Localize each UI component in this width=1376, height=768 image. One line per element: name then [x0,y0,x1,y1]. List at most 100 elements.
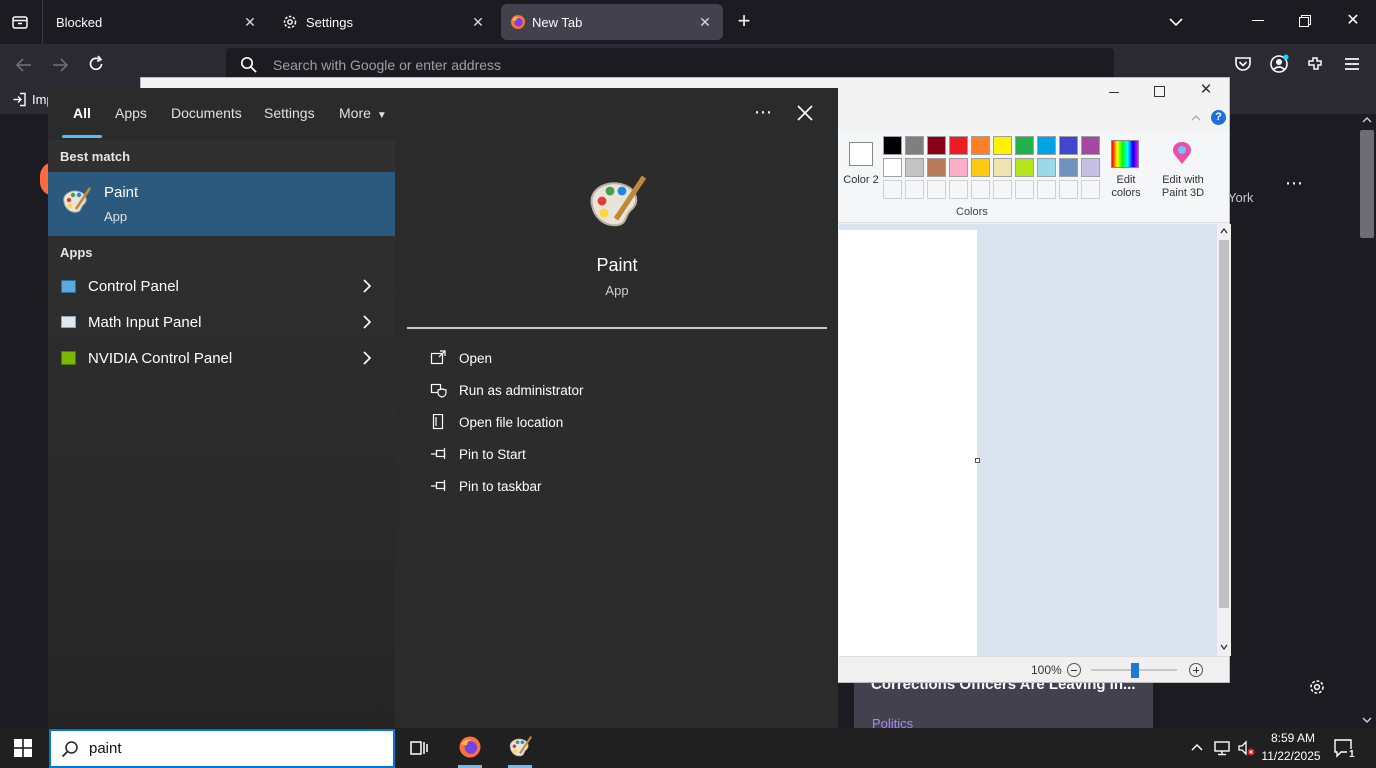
drawing-canvas[interactable] [839,230,977,656]
color-swatch[interactable] [1037,158,1056,177]
collapse-ribbon-icon[interactable] [1191,114,1201,122]
edit-colors-button[interactable]: Edit colors [1107,138,1145,204]
color-swatch[interactable] [971,180,990,199]
color-swatch[interactable] [949,136,968,155]
start-windows-icon[interactable] [14,739,32,757]
more-options-icon[interactable]: ⋯ [754,102,774,122]
tab-list-icon[interactable] [10,12,30,32]
zoom-slider-thumb[interactable] [1131,663,1139,678]
color-swatch[interactable] [1059,136,1078,155]
account-icon[interactable] [1269,54,1289,74]
color-swatch[interactable] [1015,180,1034,199]
tab-blocked[interactable]: Blocked ✕ [44,4,268,40]
task-view-icon[interactable] [408,738,430,758]
color-swatch[interactable] [927,158,946,177]
forward-icon[interactable] [50,55,70,75]
color-swatch[interactable] [1081,180,1100,199]
zoom-in-icon[interactable] [1189,663,1203,677]
color-swatch[interactable] [949,180,968,199]
app-control-panel[interactable]: Control Panel [48,268,395,304]
edit-with-paint3d-button[interactable]: Edit with Paint 3D [1155,136,1211,204]
tab-settings[interactable]: Settings ✕ [272,4,496,40]
color-swatch[interactable] [1081,136,1100,155]
scroll-down-arrow-icon[interactable] [1362,716,1372,724]
color-swatch[interactable] [905,180,924,199]
color-swatch[interactable] [883,158,902,177]
color-swatch[interactable] [1081,158,1100,177]
color-swatch[interactable] [971,136,990,155]
chevron-right-icon[interactable] [361,350,373,366]
app-nvidia-control-panel[interactable]: NVIDIA Control Panel [48,340,395,376]
color-swatch[interactable] [1037,136,1056,155]
page-scrollbar[interactable] [1358,114,1376,728]
window-close-icon[interactable]: ✕ [1345,13,1361,29]
tab-new-tab[interactable]: New Tab ✕ [501,4,723,40]
volume-muted-icon[interactable] [1237,739,1255,757]
best-match-paint[interactable]: Paint App [48,172,395,236]
action-open-file-location[interactable]: Open file location [430,408,563,436]
new-tab-plus-icon[interactable]: + [734,10,754,32]
color-swatch[interactable] [927,136,946,155]
show-hidden-icons-chevron-icon[interactable] [1190,742,1204,752]
more-options-icon[interactable]: ⋯ [1285,174,1303,192]
color-swatch[interactable] [993,158,1012,177]
action-pin-to-taskbar[interactable]: Pin to taskbar [430,472,542,500]
color-swatch[interactable] [949,158,968,177]
paint-maximize-icon[interactable] [1154,86,1165,97]
reload-icon[interactable] [86,54,106,74]
color-swatch[interactable] [1059,180,1078,199]
tab-more[interactable]: More ▼ [339,96,387,130]
taskbar-search-box[interactable]: paint [49,729,395,768]
taskbar-paint[interactable] [500,728,540,768]
scroll-thumb[interactable] [1219,240,1229,608]
color-swatch[interactable] [1015,158,1034,177]
color-swatch[interactable] [927,180,946,199]
color-swatch[interactable] [993,136,1012,155]
tab-settings-scope[interactable]: Settings [264,96,315,130]
color2-button[interactable]: Color 2 [841,138,881,204]
save-to-pocket-icon[interactable] [1234,55,1252,73]
import-bookmarks-icon[interactable] [12,92,27,107]
scrollbar-thumb[interactable] [1360,130,1374,238]
chevron-right-icon[interactable] [361,314,373,330]
tab-all[interactable]: All [73,96,91,130]
vertical-scrollbar[interactable] [1217,224,1231,656]
chevron-right-icon[interactable] [361,278,373,294]
zoom-out-icon[interactable] [1067,663,1081,677]
action-run-as-admin[interactable]: Run as administrator [430,376,584,404]
color-swatch[interactable] [905,158,924,177]
back-icon[interactable] [14,55,34,75]
scroll-up-icon[interactable] [1220,228,1228,234]
color-swatch[interactable] [883,136,902,155]
color-swatch[interactable] [1059,158,1078,177]
help-icon[interactable]: ? [1211,110,1226,125]
scroll-up-arrow-icon[interactable] [1362,116,1372,124]
network-icon[interactable] [1213,739,1231,757]
scroll-down-icon[interactable] [1220,644,1228,650]
action-pin-to-start[interactable]: Pin to Start [430,440,526,468]
zoom-slider[interactable] [1091,663,1177,678]
action-open[interactable]: Open [430,344,492,372]
tab-documents[interactable]: Documents [171,96,242,130]
paint-minimize-icon[interactable] [1109,92,1119,93]
taskbar-firefox[interactable] [450,728,490,768]
menu-icon[interactable] [1344,57,1360,71]
list-tabs-chevron-icon[interactable] [1167,14,1185,30]
color-swatch[interactable] [905,136,924,155]
close-search-icon[interactable] [796,104,814,122]
close-icon[interactable]: ✕ [697,14,713,30]
minimize-icon[interactable] [1252,20,1264,21]
clock-time[interactable]: 8:59 AM [1264,731,1322,745]
tab-apps[interactable]: Apps [115,96,147,130]
color-swatch[interactable] [1015,136,1034,155]
page-settings-gear-icon[interactable] [1308,678,1326,696]
color-swatch[interactable] [1037,180,1056,199]
close-icon[interactable]: ✕ [470,14,486,30]
color-swatch[interactable] [971,158,990,177]
close-icon[interactable]: ✕ [242,14,258,30]
clock-date[interactable]: 11/22/2025 [1258,749,1324,763]
app-math-input-panel[interactable]: Math Input Panel [48,304,395,340]
color-swatch[interactable] [993,180,1012,199]
color-swatch[interactable] [883,180,902,199]
canvas-resize-handle[interactable] [975,458,980,463]
